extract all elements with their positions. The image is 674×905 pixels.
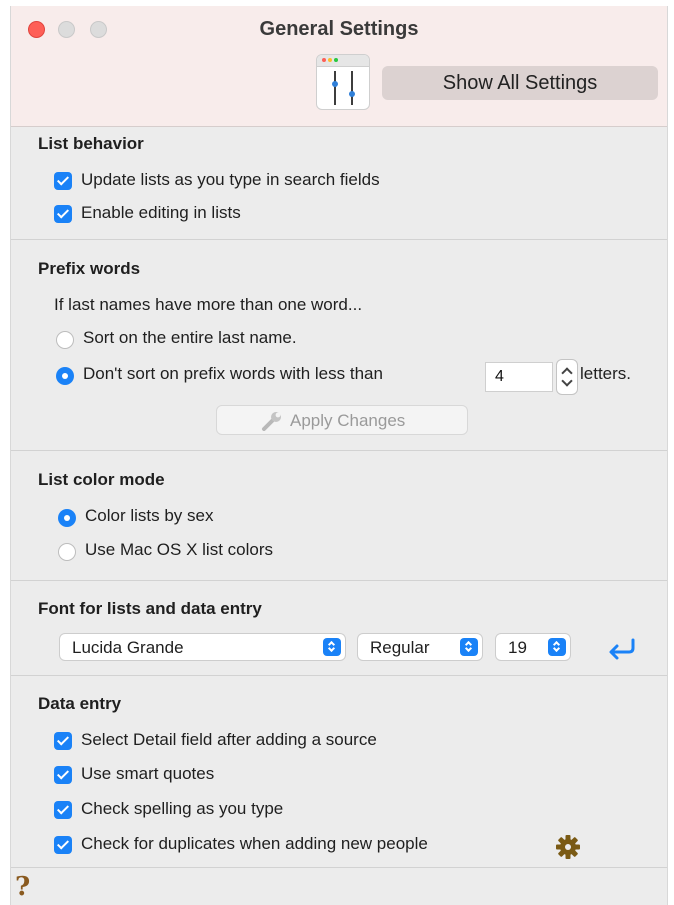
sort-prefix-words-label: Don't sort on prefix words with less tha… xyxy=(83,364,383,383)
show-all-settings-button[interactable]: Show All Settings xyxy=(382,66,658,100)
data-entry-heading: Data entry xyxy=(38,694,122,713)
apply-changes-label: Apply Changes xyxy=(290,411,406,430)
color-by-sex-label: Color lists by sex xyxy=(85,506,214,525)
update-lists-checkbox[interactable] xyxy=(54,172,72,190)
select-detail-label: Select Detail field after adding a sourc… xyxy=(81,730,377,749)
section-divider xyxy=(11,867,667,868)
enable-editing-checkbox[interactable] xyxy=(54,205,72,223)
font-heading: Font for lists and data entry xyxy=(38,599,262,618)
sort-entire-name-label: Sort on the entire last name. xyxy=(83,328,297,347)
font-size-value: 19 xyxy=(508,638,527,657)
prefix-letters-stepper[interactable] xyxy=(556,359,578,395)
font-style-popup[interactable]: Regular xyxy=(357,633,483,661)
popup-chevron-icon xyxy=(323,638,341,656)
font-family-popup[interactable]: Lucida Grande xyxy=(59,633,346,661)
section-divider xyxy=(11,450,667,451)
check-duplicates-checkbox[interactable] xyxy=(54,836,72,854)
title-bar: General Settings Show All Settings xyxy=(11,6,667,127)
section-divider xyxy=(11,580,667,581)
smart-quotes-checkbox[interactable] xyxy=(54,766,72,784)
sort-entire-name-radio[interactable] xyxy=(56,331,74,349)
color-by-sex-radio[interactable] xyxy=(58,509,76,527)
check-duplicates-label: Check for duplicates when adding new peo… xyxy=(81,834,428,853)
font-size-popup[interactable]: 19 xyxy=(495,633,571,661)
check-spelling-checkbox[interactable] xyxy=(54,801,72,819)
prefix-words-heading: Prefix words xyxy=(38,259,141,278)
popup-chevron-icon xyxy=(460,638,478,656)
settings-window: General Settings Show All Settings List … xyxy=(10,6,668,905)
stepper-down-icon[interactable] xyxy=(561,375,573,387)
window-title: General Settings xyxy=(259,18,419,40)
prefix-letters-input[interactable] xyxy=(485,362,553,392)
wrench-icon xyxy=(262,412,281,431)
mac-list-colors-radio[interactable] xyxy=(58,543,76,561)
font-family-value: Lucida Grande xyxy=(72,638,184,657)
letters-suffix-label: letters. xyxy=(580,364,632,383)
section-divider xyxy=(11,675,667,676)
popup-chevron-icon xyxy=(548,638,566,656)
help-button[interactable]: ? xyxy=(15,872,30,902)
mac-list-colors-label: Use Mac OS X list colors xyxy=(85,540,273,559)
sort-prefix-words-radio[interactable] xyxy=(56,367,74,385)
settings-sliders-icon xyxy=(316,54,370,110)
select-detail-checkbox[interactable] xyxy=(54,732,72,750)
smart-quotes-label: Use smart quotes xyxy=(81,764,215,783)
list-behavior-heading: List behavior xyxy=(38,134,144,153)
revert-arrow-icon[interactable] xyxy=(606,637,638,661)
gear-icon[interactable] xyxy=(555,834,581,860)
check-spelling-label: Check spelling as you type xyxy=(81,799,284,818)
prefix-words-intro: If last names have more than one word... xyxy=(54,295,363,314)
apply-changes-button[interactable]: Apply Changes xyxy=(216,405,468,435)
enable-editing-label: Enable editing in lists xyxy=(81,203,241,222)
font-style-value: Regular xyxy=(370,638,430,657)
section-divider xyxy=(11,239,667,240)
list-color-mode-heading: List color mode xyxy=(38,470,165,489)
update-lists-label: Update lists as you type in search field… xyxy=(81,170,380,189)
